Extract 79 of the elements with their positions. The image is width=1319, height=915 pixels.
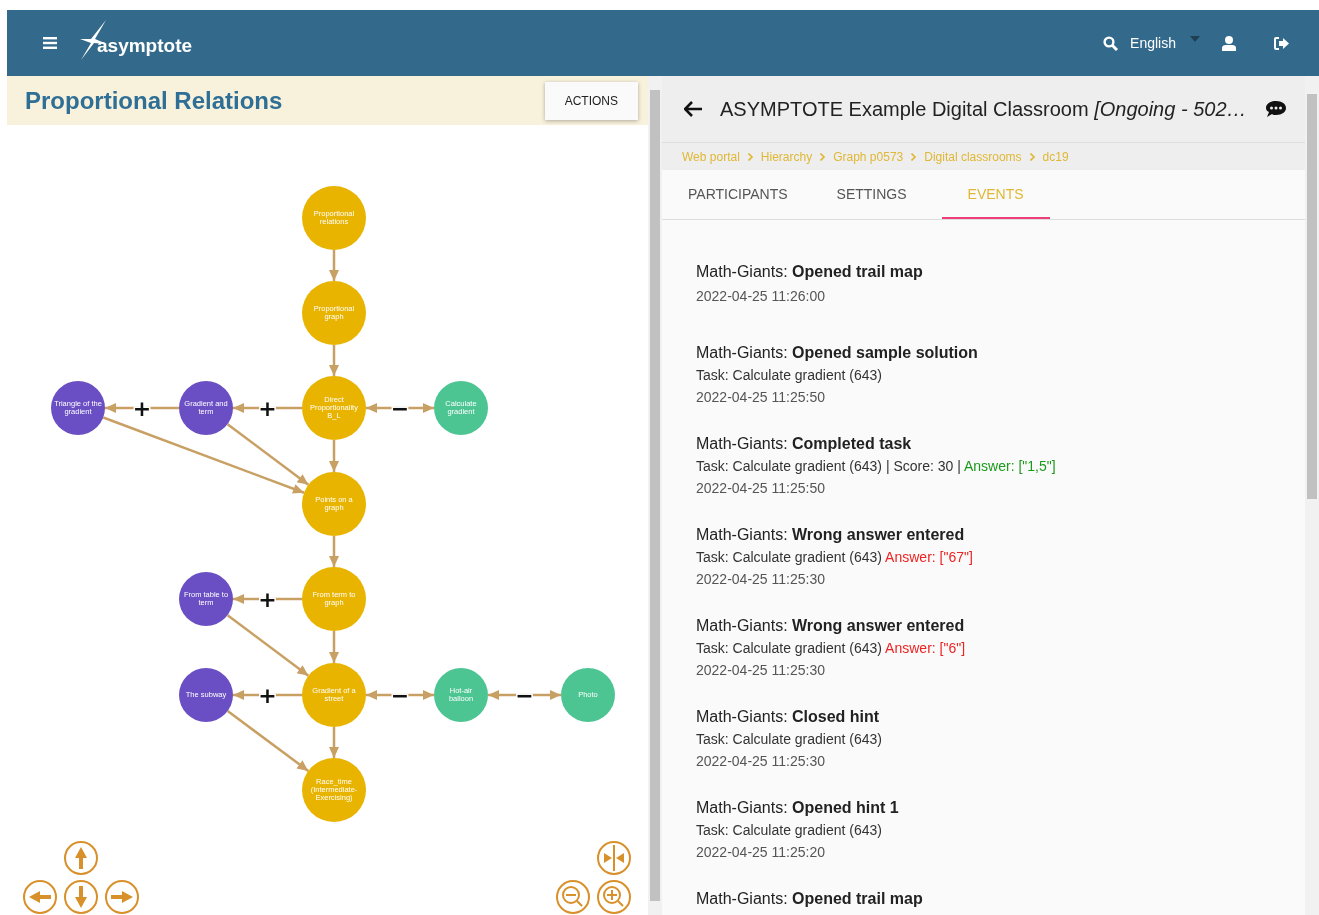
graph-node[interactable]: [179, 668, 233, 722]
graph-node[interactable]: [51, 381, 105, 435]
classroom-title: ASYMPTOTE Example Digital Classroom [Ongoing - 502…: [720, 97, 1247, 121]
tab[interactable]: EVENTS: [941, 170, 1050, 219]
graph-node[interactable]: [434, 668, 488, 722]
edge-arrow: [329, 536, 339, 567]
zoom-in-button[interactable]: [597, 880, 631, 914]
edge-arrow: [366, 690, 434, 700]
graph-node[interactable]: [302, 567, 366, 631]
event-time: 2022-04-25 11:25:30: [696, 570, 826, 589]
graph-node[interactable]: [179, 572, 233, 626]
graph-node[interactable]: [302, 472, 366, 536]
pan-left-button[interactable]: [23, 880, 57, 914]
event-time: 2022-04-25 11:25:20: [696, 843, 826, 862]
event-detail: Task: Calculate gradient (643): [696, 730, 883, 749]
pan-up-button[interactable]: [64, 841, 98, 875]
graph-node[interactable]: [179, 381, 233, 435]
event-time: 2022-04-25 11:26:00: [696, 287, 826, 306]
search-icon[interactable]: [1103, 35, 1119, 51]
breadcrumb-link[interactable]: dc19: [1042, 149, 1069, 164]
pan-down-button[interactable]: [64, 880, 98, 914]
event-detail: Task: Calculate gradient (643) | Score: 30 | Answer: ["1,5"]: [696, 457, 1057, 476]
graph-node[interactable]: [302, 186, 366, 250]
event-title: Math-Giants: Opened hint 1: [696, 798, 900, 818]
edge-arrow: [329, 345, 339, 376]
brand-name[interactable]: asymptote: [97, 35, 193, 57]
event-title: Math-Giants: Wrong answer entered: [696, 616, 966, 636]
graph-node[interactable]: [302, 376, 366, 440]
edge-arrow: [329, 631, 339, 663]
edge-arrow: [329, 250, 339, 281]
scrollbar[interactable]: [1305, 76, 1319, 915]
fit-view-button[interactable]: [597, 841, 631, 875]
graph-node[interactable]: [302, 663, 366, 727]
scrollbar[interactable]: [648, 76, 662, 915]
edge-arrow: [329, 440, 339, 472]
breadcrumb-link[interactable]: Web portal: [682, 149, 740, 164]
event-title: Math-Giants: Opened trail map: [696, 889, 924, 909]
event-detail: Task: Calculate gradient (643) Answer: ["67"]: [696, 548, 974, 567]
breadcrumb-link[interactable]: Graph p0573: [833, 149, 904, 164]
graph-node[interactable]: [302, 758, 366, 822]
tab[interactable]: PARTICIPANTS: [674, 170, 802, 219]
event-detail: Task: Calculate gradient (643): [696, 821, 883, 840]
back-arrow-icon[interactable]: [684, 101, 702, 117]
logout-icon[interactable]: [1274, 36, 1289, 50]
breadcrumb-link[interactable]: Digital classrooms: [924, 149, 1022, 164]
event-title: Math-Giants: Completed task: [696, 434, 913, 454]
event-title: Math-Giants: Wrong answer entered: [696, 525, 966, 545]
event-detail: Task: Calculate gradient (643) Answer: ["6"]: [696, 639, 967, 658]
tab[interactable]: SETTINGS: [822, 170, 921, 219]
graph-node[interactable]: [302, 281, 366, 345]
pan-right-button[interactable]: [105, 880, 139, 914]
event-title: Math-Giants: Closed hint: [696, 707, 881, 727]
chevron-icon: [1029, 152, 1035, 161]
event-time: 2022-04-25 11:25:50: [696, 388, 826, 407]
chevron-icon: [820, 152, 826, 161]
chevron-icon: [747, 152, 753, 161]
actions-button[interactable]: ACTIONS: [544, 82, 638, 120]
edge-sign: −: [515, 683, 534, 708]
menu-icon[interactable]: [43, 37, 57, 49]
edge-arrow: [329, 727, 339, 758]
map-title: Proportional Relations: [25, 86, 283, 115]
caret-icon: [1190, 36, 1200, 42]
graph-node[interactable]: [561, 668, 615, 722]
zoom-out-button[interactable]: [556, 880, 590, 914]
edge-arrow: [366, 403, 434, 413]
language-dropdown[interactable]: English: [1130, 35, 1200, 51]
event-time: 2022-04-25 11:25:30: [696, 661, 826, 680]
edge-sign: −: [390, 396, 410, 421]
graph-node[interactable]: [434, 381, 488, 435]
chat-icon[interactable]: [1264, 100, 1287, 118]
user-icon[interactable]: [1222, 35, 1236, 51]
event-time: 2022-04-25 11:25:30: [696, 752, 826, 771]
event-title: Math-Giants: Opened trail map: [696, 262, 924, 282]
chevron-icon: [911, 152, 917, 161]
event-title: Math-Giants: Opened sample solution: [696, 343, 979, 363]
edge-sign: −: [390, 683, 410, 708]
event-detail: Task: Calculate gradient (643): [696, 366, 883, 385]
event-time: 2022-04-25 11:25:50: [696, 479, 826, 498]
breadcrumb-link[interactable]: Hierarchy: [760, 149, 813, 164]
